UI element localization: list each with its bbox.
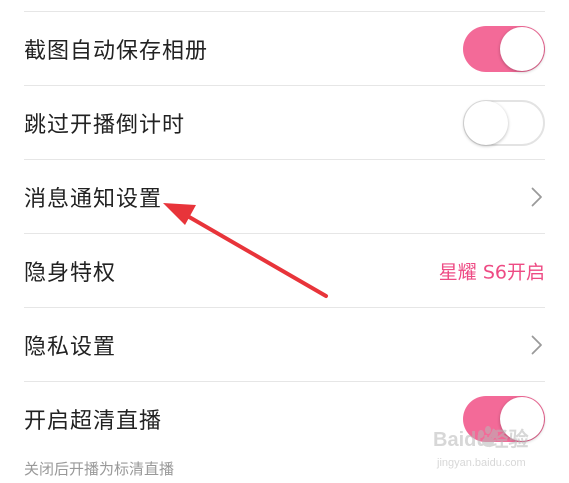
watermark-url: jingyan.baidu.com — [436, 457, 526, 469]
chevron-right-icon — [531, 335, 542, 355]
save-screenshot-toggle[interactable] — [463, 26, 545, 72]
watermark-brand: Baidu经验 — [433, 427, 529, 451]
toggle-knob — [464, 101, 508, 145]
settings-page: 截图自动保存相册 跳过开播倒计时 消息通知设置 隐身特权 星耀 S6开启 隐私设… — [0, 0, 569, 483]
setting-label-save-screenshot: 截图自动保存相册 — [24, 39, 209, 64]
setting-label-hd-live: 开启超清直播 — [24, 409, 163, 434]
invisible-privilege-value: 星耀 S6开启 — [438, 261, 545, 284]
setting-row-invisible-privilege[interactable]: 隐身特权 星耀 S6开启 — [0, 234, 569, 308]
setting-label-invisible-privilege: 隐身特权 — [24, 261, 117, 286]
setting-row-privacy-settings[interactable]: 隐私设置 — [0, 308, 569, 382]
setting-label-skip-countdown: 跳过开播倒计时 — [24, 113, 186, 138]
baidu-watermark-logo: Baidu经验 jingyan.baidu.com — [433, 426, 529, 469]
skip-countdown-toggle[interactable] — [463, 100, 545, 146]
setting-row-save-screenshot[interactable]: 截图自动保存相册 — [0, 12, 569, 86]
chevron-right-icon — [531, 187, 542, 207]
setting-label-privacy-settings: 隐私设置 — [24, 335, 117, 360]
hd-live-hint: 关闭后开播为标清直播 — [24, 460, 175, 478]
setting-row-notification-settings[interactable]: 消息通知设置 — [0, 160, 569, 234]
toggle-knob — [500, 27, 544, 71]
setting-row-skip-countdown[interactable]: 跳过开播倒计时 — [0, 86, 569, 160]
setting-label-notification-settings: 消息通知设置 — [24, 187, 163, 212]
